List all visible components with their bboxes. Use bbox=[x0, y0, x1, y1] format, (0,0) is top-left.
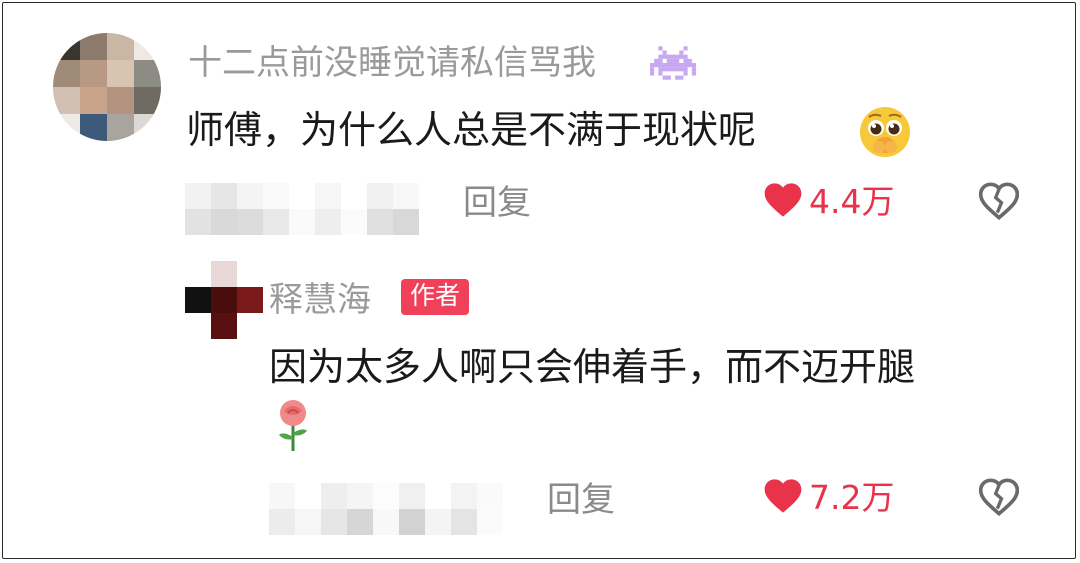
reply-blurred-meta bbox=[269, 483, 503, 535]
broken-heart-icon[interactable] bbox=[978, 182, 1020, 224]
reply-like-button[interactable]: 7.2万 bbox=[763, 477, 894, 519]
comment-like-button[interactable]: 4.4万 bbox=[763, 181, 894, 223]
reply-username[interactable]: 释慧海 bbox=[269, 280, 371, 320]
comment-username[interactable]: 十二点前没睡觉请私信骂我 bbox=[188, 43, 596, 83]
heart-icon bbox=[763, 477, 803, 519]
avatar[interactable] bbox=[53, 33, 161, 141]
comment-like-count: 4.4万 bbox=[809, 182, 895, 221]
comment-text: 师傅，为什么人总是不满于现状呢 bbox=[186, 108, 757, 152]
pleading-face-icon bbox=[858, 105, 912, 163]
space-invader-icon bbox=[650, 43, 696, 87]
reply-avatar[interactable] bbox=[185, 261, 263, 339]
comment-thread: 十二点前没睡觉请私信骂我 师傅，为什么人总是不满于现状呢 回复 4.4万 释慧海… bbox=[2, 2, 1076, 559]
reply-text: 因为太多人啊只会伸着手，而不迈开腿 bbox=[269, 345, 916, 389]
reply-like-count: 7.2万 bbox=[809, 478, 895, 517]
blurred-meta bbox=[185, 183, 419, 235]
comment-reply-button[interactable]: 回复 bbox=[463, 183, 531, 223]
author-badge: 作者 bbox=[401, 279, 470, 315]
reply-reply-button[interactable]: 回复 bbox=[547, 480, 615, 520]
heart-icon bbox=[763, 181, 803, 223]
broken-heart-icon[interactable] bbox=[978, 478, 1020, 520]
rose-icon bbox=[271, 397, 315, 457]
